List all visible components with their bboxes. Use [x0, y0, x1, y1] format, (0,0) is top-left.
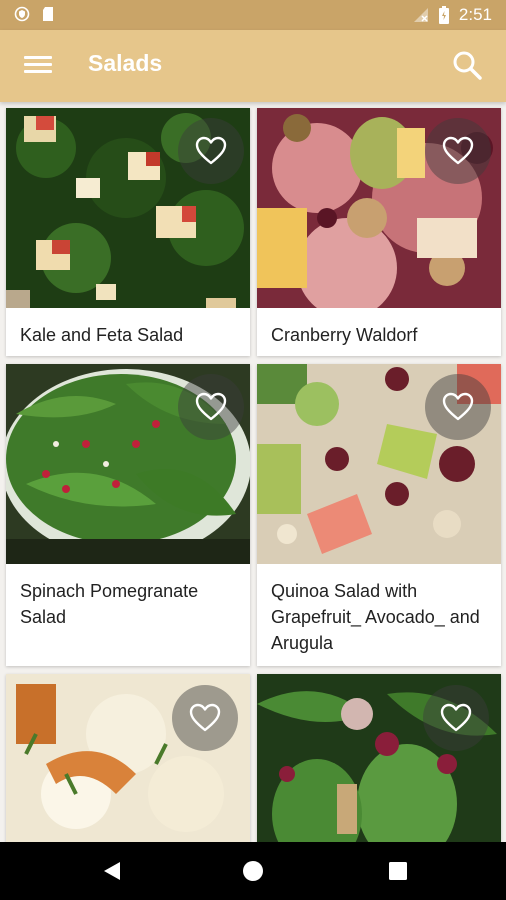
favorite-button[interactable] — [425, 374, 491, 440]
sd-card-icon — [43, 7, 53, 21]
heart-outline-icon — [195, 392, 227, 421]
recipe-card[interactable]: Quinoa Salad with Grapefruit_ Avocado_ a… — [257, 364, 501, 666]
hamburger-menu-icon[interactable] — [24, 52, 54, 80]
app-bar: Salads — [0, 30, 506, 102]
favorite-button[interactable] — [178, 374, 244, 440]
favorite-button[interactable] — [178, 118, 244, 184]
heart-outline-icon — [195, 136, 227, 165]
status-time: 2:51 — [458, 5, 492, 24]
recipe-card[interactable]: Spinach Pomegranate Salad — [6, 364, 250, 666]
recipe-title: Cranberry Waldorf — [271, 325, 418, 345]
heart-outline-icon — [442, 136, 474, 165]
no-signal-icon — [413, 8, 428, 22]
page-title: Salads — [88, 50, 163, 76]
navigation-bar — [0, 842, 506, 900]
recipe-card[interactable] — [6, 674, 250, 842]
recipe-card[interactable]: Cranberry Waldorf — [257, 108, 501, 356]
heart-outline-icon — [189, 703, 221, 732]
favorite-button[interactable] — [423, 685, 489, 751]
recipe-grid: Kale and Feta Salad Cranberry Waldorf Sp… — [0, 102, 506, 842]
recipe-card[interactable] — [257, 674, 501, 842]
recipe-title: Quinoa Salad with Grapefruit_ Avocado_ a… — [271, 581, 480, 653]
back-icon[interactable] — [100, 859, 124, 883]
favorite-button[interactable] — [425, 118, 491, 184]
recipe-title: Spinach Pomegranate Salad — [20, 581, 199, 627]
shield-icon — [14, 6, 30, 22]
status-bar: 2:51 — [0, 0, 506, 30]
favorite-button[interactable] — [172, 685, 238, 751]
heart-outline-icon — [440, 703, 472, 732]
recipe-title: Kale and Feta Salad — [20, 325, 184, 345]
heart-outline-icon — [442, 392, 474, 421]
battery-icon — [438, 6, 449, 24]
recipe-card[interactable]: Kale and Feta Salad — [6, 108, 250, 356]
search-icon[interactable] — [450, 48, 484, 82]
home-icon[interactable] — [241, 859, 265, 883]
recents-icon[interactable] — [386, 859, 410, 883]
